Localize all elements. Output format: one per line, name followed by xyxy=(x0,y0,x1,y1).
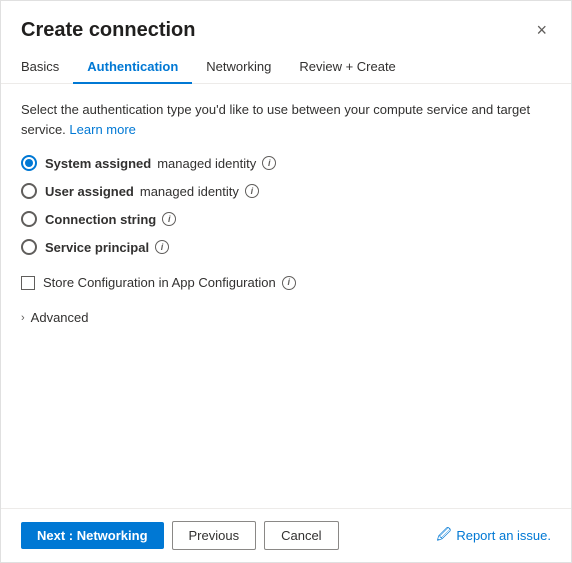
radio-label-system-assigned: System assigned managed identity i xyxy=(45,156,276,171)
radio-label-service-principal: Service principal i xyxy=(45,240,169,255)
previous-button[interactable]: Previous xyxy=(172,521,257,550)
learn-more-link[interactable]: Learn more xyxy=(69,122,135,137)
store-config-checkbox[interactable] xyxy=(21,276,35,290)
create-connection-dialog: Create connection × Basics Authenticatio… xyxy=(0,0,572,563)
radio-label-connection-string: Connection string i xyxy=(45,212,176,227)
radio-label-user-assigned: User assigned managed identity i xyxy=(45,184,259,199)
store-config-checkbox-section[interactable]: Store Configuration in App Configuration… xyxy=(21,275,551,290)
dialog-header: Create connection × xyxy=(1,1,571,51)
radio-input-system-assigned[interactable] xyxy=(21,155,37,171)
close-button[interactable]: × xyxy=(532,17,551,43)
tab-review-create[interactable]: Review + Create xyxy=(285,51,409,84)
radio-connection-string[interactable]: Connection string i xyxy=(21,211,551,227)
radio-inner-system-assigned xyxy=(25,159,33,167)
radio-input-user-assigned[interactable] xyxy=(21,183,37,199)
tab-authentication[interactable]: Authentication xyxy=(73,51,192,84)
info-icon-connection-string[interactable]: i xyxy=(162,212,176,226)
report-icon: 🖉 xyxy=(436,524,451,548)
radio-input-service-principal[interactable] xyxy=(21,239,37,255)
auth-type-radio-group: System assigned managed identity i User … xyxy=(21,155,551,255)
cancel-button[interactable]: Cancel xyxy=(264,521,338,550)
info-icon-user-assigned[interactable]: i xyxy=(245,184,259,198)
chevron-right-icon: › xyxy=(21,312,25,324)
report-issue-link[interactable]: 🖉 Report an issue. xyxy=(436,524,551,548)
report-label: Report an issue. xyxy=(456,528,551,543)
info-icon-service-principal[interactable]: i xyxy=(155,240,169,254)
next-button[interactable]: Next : Networking xyxy=(21,522,164,549)
info-icon-store-config[interactable]: i xyxy=(282,276,296,290)
radio-user-assigned[interactable]: User assigned managed identity i xyxy=(21,183,551,199)
dialog-body: Select the authentication type you'd lik… xyxy=(1,84,571,508)
info-icon-system-assigned[interactable]: i xyxy=(262,156,276,170)
radio-service-principal[interactable]: Service principal i xyxy=(21,239,551,255)
advanced-label: Advanced xyxy=(31,310,89,325)
dialog-title: Create connection xyxy=(21,19,195,42)
description-text: Select the authentication type you'd lik… xyxy=(21,100,551,139)
tab-networking[interactable]: Networking xyxy=(192,51,285,84)
advanced-section[interactable]: › Advanced xyxy=(21,310,551,325)
radio-input-connection-string[interactable] xyxy=(21,211,37,227)
tab-basics[interactable]: Basics xyxy=(21,51,73,84)
store-config-label: Store Configuration in App Configuration… xyxy=(43,275,296,290)
dialog-footer: Next : Networking Previous Cancel 🖉 Repo… xyxy=(1,508,571,562)
radio-system-assigned[interactable]: System assigned managed identity i xyxy=(21,155,551,171)
tab-bar: Basics Authentication Networking Review … xyxy=(1,51,571,84)
